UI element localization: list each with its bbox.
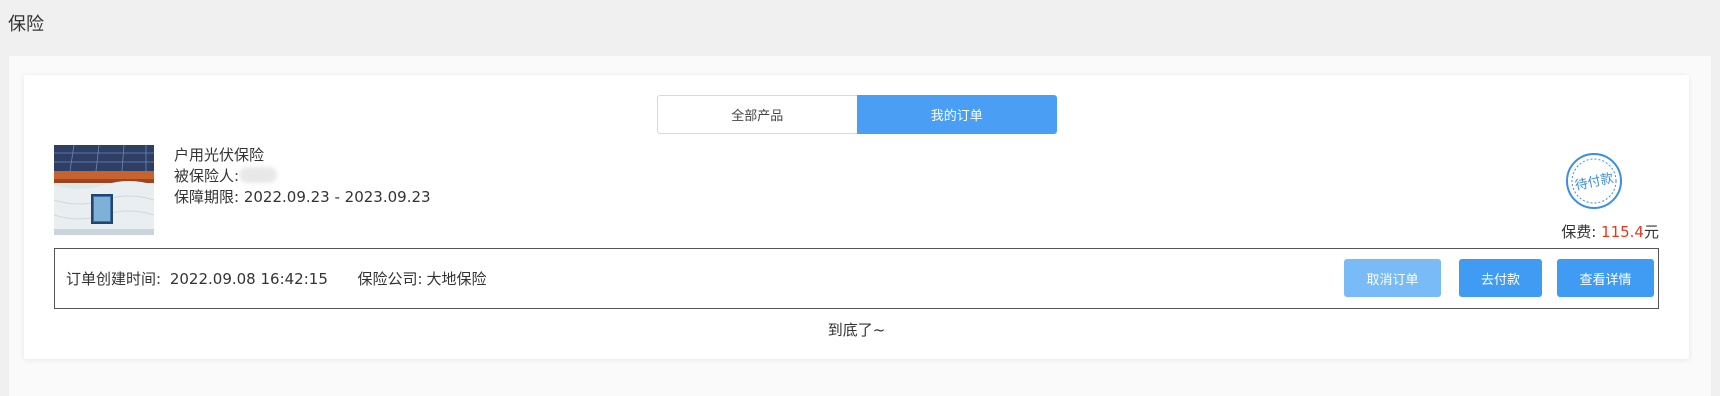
product-thumbnail[interactable] <box>54 145 154 235</box>
period-label: 保障期限: <box>174 188 240 206</box>
period-value: 2022.09.23 - 2023.09.23 <box>243 188 431 206</box>
order-meta: 订单创建时间: 2022.09.08 16:42:15 保险公司: 大地保险 <box>66 268 491 289</box>
created-label: 订单创建时间: <box>66 270 162 288</box>
period-row: 保障期限: 2022.09.23 - 2023.09.23 <box>174 187 431 208</box>
order-action-bar: 订单创建时间: 2022.09.08 16:42:15 保险公司: 大地保险 取消… <box>54 248 1659 309</box>
fee-unit: 元 <box>1643 223 1659 241</box>
tab-group: 全部产品 我的订单 <box>657 95 1057 134</box>
end-of-list-text: 到底了~ <box>827 321 886 339</box>
fee-label: 保费: <box>1561 223 1597 241</box>
pending-payment-stamp-icon: 待付款 <box>1564 151 1624 211</box>
insured-row: 被保险人: <box>174 166 431 187</box>
order-card: 全部产品 我的订单 户用光伏保险 被保险人: 保障期限: 2022.09.23 … <box>24 75 1689 359</box>
tab-all-products[interactable]: 全部产品 <box>657 95 857 134</box>
created-value: 2022.09.08 16:42:15 <box>169 270 328 288</box>
pay-button[interactable]: 去付款 <box>1459 259 1542 297</box>
insured-label: 被保险人: <box>174 167 240 185</box>
company-value: 大地保险 <box>426 270 487 288</box>
tab-my-orders[interactable]: 我的订单 <box>856 95 1057 134</box>
company-label: 保险公司: <box>357 270 423 288</box>
page-title: 保险 <box>8 14 44 35</box>
cancel-order-button[interactable]: 取消订单 <box>1344 259 1441 297</box>
view-details-button[interactable]: 查看详情 <box>1557 259 1654 297</box>
fee-amount: 115.4 <box>1601 223 1644 241</box>
stamp-text: 待付款 <box>1574 171 1615 194</box>
product-name: 户用光伏保险 <box>174 146 265 164</box>
order-info: 户用光伏保险 被保险人: 保障期限: 2022.09.23 - 2023.09.… <box>174 145 431 208</box>
insured-name-redacted <box>239 167 278 183</box>
premium-fee: 保费: 115.4元 <box>1561 221 1659 242</box>
